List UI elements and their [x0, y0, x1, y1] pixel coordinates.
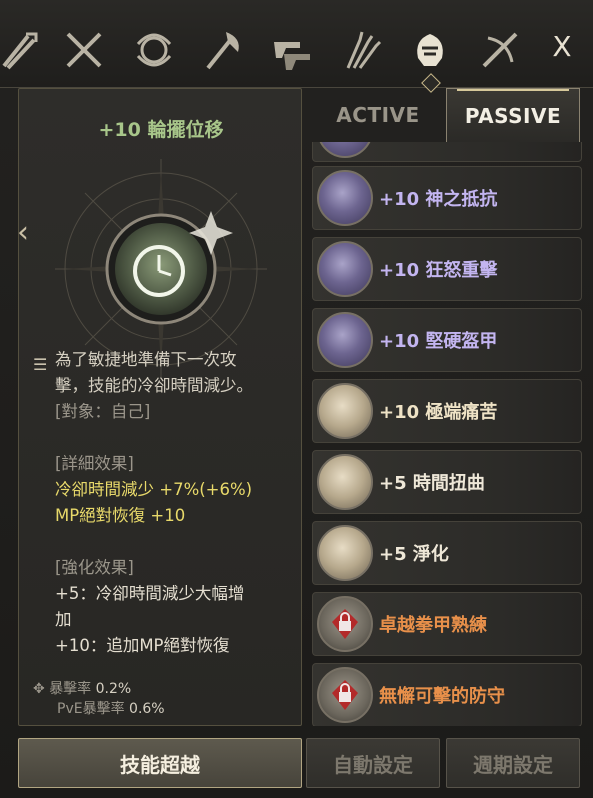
skill-icon — [317, 170, 373, 226]
crossbow-icon[interactable] — [472, 22, 528, 78]
lock-icon — [317, 596, 373, 652]
list-item[interactable]: +10 狂怒重擊 — [312, 237, 582, 301]
tab-active[interactable]: ACTIVE — [312, 88, 444, 142]
skill-icon — [317, 241, 373, 297]
list-item[interactable]: +10 神之抵抗 — [312, 166, 582, 230]
skill-detail-panel: +10 輪擺位移 ‹ ☰ 為了敏捷地準備下一次攻 擊，技能的冷卻時間減少。 [對… — [17, 88, 302, 726]
list-item[interactable]: +10 極端痛苦 — [312, 379, 582, 443]
axe-icon[interactable] — [194, 22, 250, 78]
close-button[interactable]: X — [547, 32, 577, 62]
transcend-button[interactable]: 技能超越 — [18, 738, 302, 788]
detail-effect-header: [詳細效果] — [55, 454, 134, 473]
list-icon: ☰ — [33, 355, 48, 374]
list-item[interactable]: +10 堅硬盔甲 — [312, 308, 582, 372]
skill-icon — [317, 525, 373, 581]
lock-icon — [317, 667, 373, 723]
skill-title: +10 輪擺位移 — [98, 119, 224, 141]
list-item[interactable]: +5 時間扭曲 — [312, 450, 582, 514]
skill-icon — [317, 312, 373, 368]
list-item[interactable]: 無懈可擊的防守 — [312, 663, 582, 726]
skill-icon — [317, 383, 373, 439]
auto-set-button[interactable]: 自動設定 — [306, 738, 440, 788]
dual-guns-icon[interactable] — [264, 22, 320, 78]
crosshair-icon: ✥ — [33, 681, 45, 697]
skill-icon — [317, 142, 373, 158]
orb-icon[interactable] — [126, 22, 182, 78]
list-item[interactable] — [312, 142, 582, 162]
tab-passive[interactable]: PASSIVE — [446, 88, 580, 142]
class-tab-bar: X — [0, 0, 593, 88]
skill-description: ☰ 為了敏捷地準備下一次攻 擊，技能的冷卻時間減少。 [對象：自己] [詳細效果… — [33, 347, 293, 659]
passive-skill-list[interactable]: +10 神之抵抗 +10 狂怒重擊 +10 堅硬盔甲 +10 極端痛苦 +5 時… — [312, 142, 582, 726]
crossed-swords-icon[interactable] — [0, 22, 48, 78]
period-set-button[interactable]: 週期設定 — [446, 738, 580, 788]
claw-icon[interactable] — [334, 22, 390, 78]
list-item[interactable]: +5 淨化 — [312, 521, 582, 585]
crossed-blades-icon[interactable] — [56, 22, 112, 78]
enhance-effect-header: [強化效果] — [55, 558, 134, 577]
stat-list: ✥ 暴擊率 0.2% PvE暴擊率 0.6% — [33, 679, 165, 719]
list-item[interactable]: 卓越拳甲熟練 — [312, 592, 582, 656]
stat-row: ✥ 暴擊率 0.2% — [33, 681, 132, 697]
skill-icon — [317, 454, 373, 510]
skill-window: X +10 輪擺位移 ‹ ☰ 為了敏捷地準備下一次攻 擊，技能的冷卻時間減少。 … — [0, 0, 593, 798]
stat-row: PvE暴擊率 0.6% — [57, 701, 165, 717]
chevron-left-icon[interactable]: ‹ — [17, 215, 29, 250]
fist-helm-icon[interactable] — [402, 22, 458, 78]
